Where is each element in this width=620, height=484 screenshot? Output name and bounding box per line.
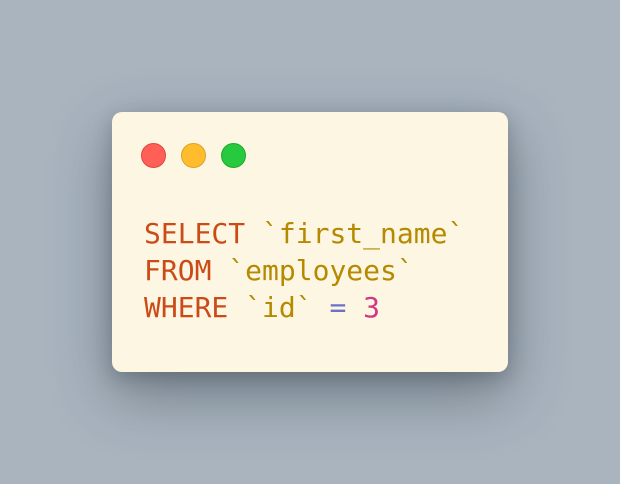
code-block: SELECT `first_name` FROM `employees` WHERE… bbox=[144, 215, 464, 326]
keyword-from: FROM bbox=[144, 254, 212, 287]
operator-equals: = bbox=[329, 291, 347, 324]
identifier-employees: `employees` bbox=[228, 254, 414, 287]
code-line-3: WHERE `id` = 3 bbox=[144, 289, 464, 326]
code-line-1: SELECT `first_name` bbox=[144, 215, 464, 252]
identifier-first-name: `first_name` bbox=[262, 217, 465, 250]
value-number: 3 bbox=[363, 291, 381, 324]
identifier-id: `id` bbox=[245, 291, 313, 324]
minimize-window-button[interactable] bbox=[181, 143, 206, 168]
keyword-where: WHERE bbox=[144, 291, 229, 324]
close-window-button[interactable] bbox=[141, 143, 166, 168]
code-window: SELECT `first_name` FROM `employees` WHERE… bbox=[112, 112, 508, 372]
code-line-2: FROM `employees` bbox=[144, 252, 464, 289]
window-controls bbox=[141, 143, 246, 168]
keyword-select: SELECT bbox=[144, 217, 246, 250]
maximize-window-button[interactable] bbox=[221, 143, 246, 168]
